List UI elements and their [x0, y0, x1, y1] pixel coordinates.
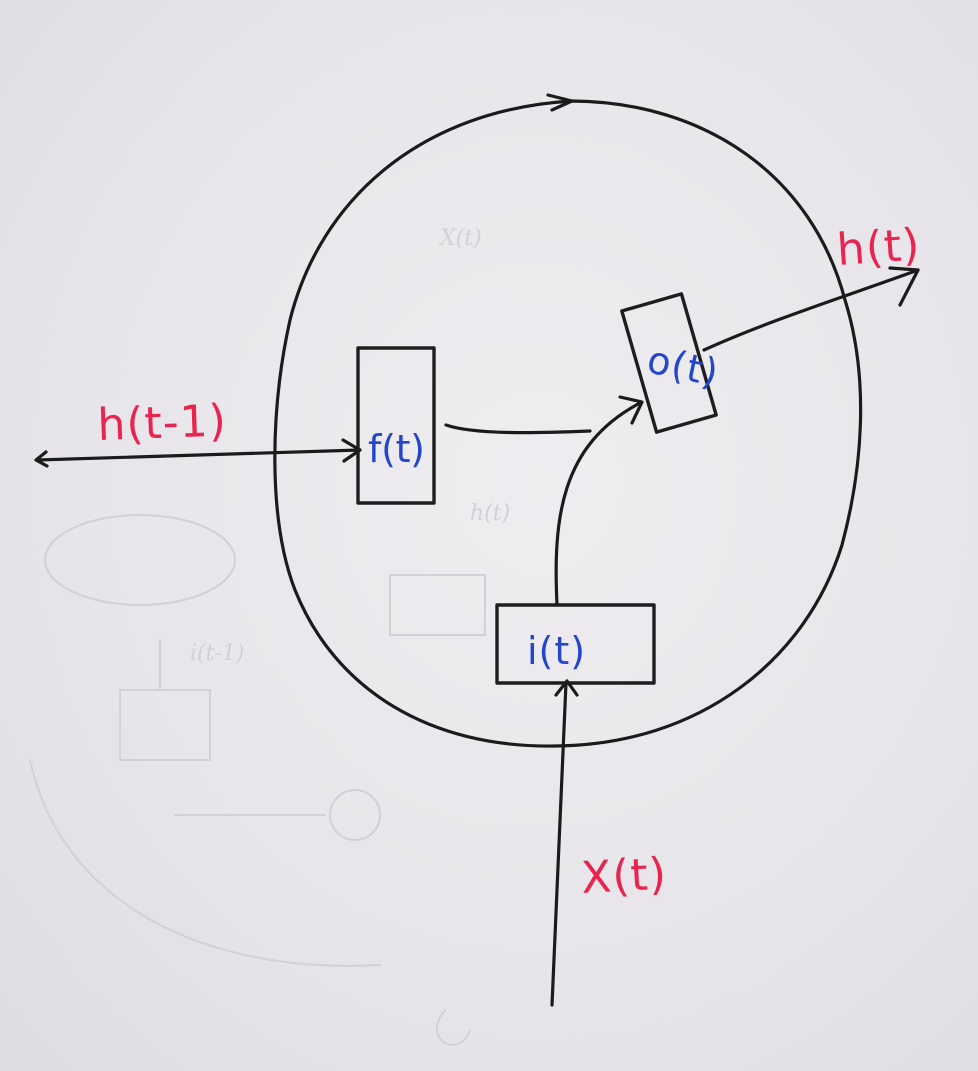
rnn-cell-diagram: X(t) i(t-1) h(t) h(t-1) h(t) X(t) f(t) f… [29, 93, 922, 1046]
h-out-line [702, 268, 920, 352]
h-out-label: h(t) [835, 219, 922, 276]
forget-to-output-line [444, 423, 592, 435]
forget-gate-label-upright: f(t) [368, 427, 426, 471]
h-prev-line [36, 448, 362, 462]
forget-gate-box [356, 346, 436, 505]
h-prev-label: h(t-1) [97, 396, 228, 451]
x-input-line [550, 681, 568, 1007]
svg-text:i(t-1): i(t-1) [190, 641, 244, 666]
x-input-label: X(t) [580, 849, 668, 904]
input-gate-label: i(t) [527, 629, 586, 673]
show-through-marks: X(t) i(t-1) h(t) [29, 226, 510, 1046]
svg-text:h(t): h(t) [470, 501, 510, 526]
paper-sheet: X(t) i(t-1) h(t) h(t-1) h(t) X(t) f(t) f… [0, 0, 978, 1071]
svg-text:X(t): X(t) [438, 226, 482, 251]
input-to-output-arrowhead [618, 395, 644, 425]
